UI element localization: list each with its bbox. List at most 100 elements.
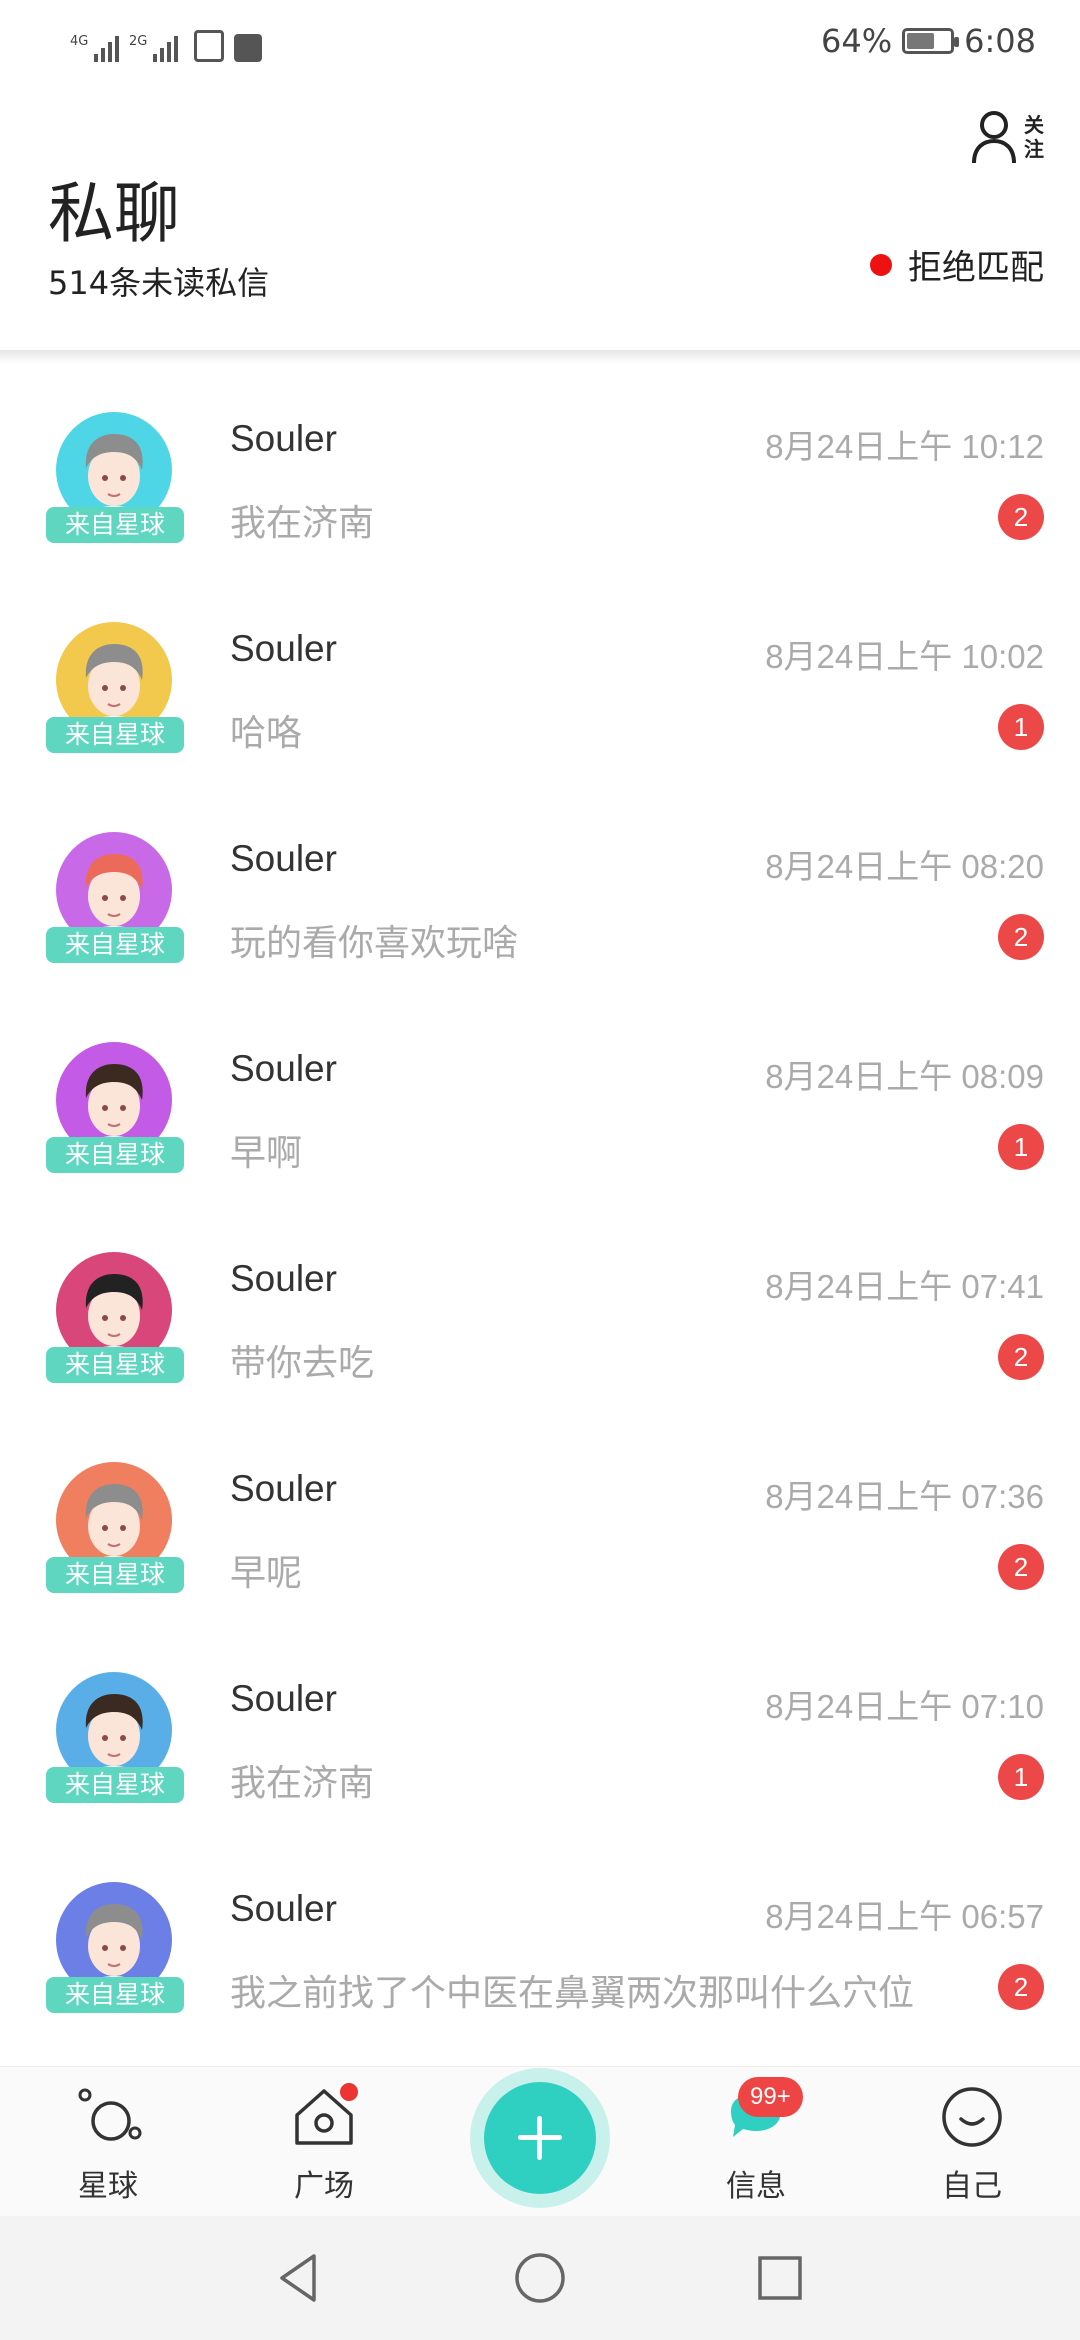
plus-icon [484, 2082, 596, 2194]
message-time: 8月24日上午 10:02 [765, 638, 1044, 675]
network-type-1: 4G [70, 34, 89, 49]
message-preview: 我在济南 [230, 1763, 375, 1804]
origin-tag: 来自星球 [46, 1557, 184, 1593]
message-row[interactable]: 来自星球 Souler 8月24日上午 07:10 我在济南 1 [0, 1630, 1080, 1840]
status-bar: 4G 2G 64% 6:08 [0, 0, 1080, 90]
message-row[interactable]: 来自星球 Souler 8月24日上午 10:12 我在济南 2 [0, 370, 1080, 580]
message-preview: 带你去吃 [230, 1343, 375, 1384]
message-time: 8月24日上午 08:20 [765, 848, 1044, 885]
tab-self[interactable]: 自己 [902, 2067, 1042, 2217]
system-nav-bar [0, 2216, 1080, 2340]
sender-name: Souler [230, 1678, 337, 1719]
message-preview: 玩的看你喜欢玩啥 [230, 923, 519, 964]
origin-tag: 来自星球 [46, 1767, 184, 1803]
avatar-container[interactable]: 来自星球 [46, 832, 186, 972]
follow-label: 关注 [1024, 113, 1044, 161]
unread-badge: 1 [998, 1124, 1044, 1170]
message-preview: 哈咯 [230, 713, 303, 754]
vibrate-icon [194, 30, 224, 62]
message-time: 8月24日上午 08:09 [765, 1058, 1044, 1095]
avatar-container[interactable]: 来自星球 [46, 622, 186, 762]
origin-tag: 来自星球 [46, 1137, 184, 1173]
network-type-2: 2G [129, 34, 148, 49]
tab-planet[interactable]: 星球 [38, 2067, 178, 2217]
signal-icon: 4G [70, 34, 119, 62]
origin-tag: 来自星球 [46, 1347, 184, 1383]
origin-tag: 来自星球 [46, 927, 184, 963]
refuse-match-label: 拒绝匹配 [908, 248, 1044, 288]
avatar-container[interactable]: 来自星球 [46, 1042, 186, 1182]
page-title: 私聊 [48, 175, 180, 252]
nav-recents-button[interactable] [748, 2246, 812, 2310]
origin-tag: 来自星球 [46, 1977, 184, 2013]
unread-badge: 1 [998, 1754, 1044, 1800]
message-preview: 早呢 [230, 1553, 303, 1594]
follow-button[interactable]: 关注 [970, 102, 1050, 172]
message-row[interactable]: 来自星球 Souler 8月24日上午 06:57 我之前找了个中医在鼻翼两次那… [0, 1840, 1080, 2050]
message-time: 8月24日上午 07:41 [765, 1268, 1044, 1305]
sender-name: Souler [230, 628, 337, 669]
message-preview: 我之前找了个中医在鼻翼两次那叫什么穴位 [230, 1973, 915, 2014]
unread-badge: 1 [998, 704, 1044, 750]
tab-square[interactable]: 广场 [254, 2067, 394, 2217]
sender-name: Souler [230, 838, 337, 879]
create-post-button[interactable] [470, 2068, 610, 2208]
unread-badge: 2 [998, 914, 1044, 960]
battery-percent: 64% [821, 22, 893, 60]
message-row[interactable]: 来自星球 Souler 8月24日上午 08:09 早啊 1 [0, 1000, 1080, 1210]
refuse-match-toggle[interactable]: 拒绝匹配 [870, 240, 1044, 289]
status-right: 64% 6:08 [821, 22, 1036, 60]
back-triangle-icon [280, 2254, 316, 2302]
status-dot-icon [870, 253, 892, 276]
avatar-container[interactable]: 来自星球 [46, 1672, 186, 1812]
planet-icon [78, 2088, 142, 2141]
tab-square-label: 广场 [294, 2169, 354, 2204]
square-notification-dot [338, 2081, 360, 2103]
nav-back-button[interactable] [268, 2246, 332, 2310]
tab-planet-label: 星球 [78, 2169, 138, 2204]
person-icon [972, 111, 1016, 164]
message-row[interactable]: 来自星球 Souler 8月24日上午 07:41 带你去吃 2 [0, 1210, 1080, 1420]
sender-name: Souler [230, 1468, 337, 1509]
sender-name: Souler [230, 1048, 337, 1089]
message-time: 8月24日上午 10:12 [765, 428, 1044, 465]
unread-badge: 2 [998, 1544, 1044, 1590]
sender-name: Souler [230, 1888, 337, 1929]
avatar-container[interactable]: 来自星球 [46, 1882, 186, 2022]
home-circle-icon [515, 2253, 565, 2303]
huawei-app-icon [234, 34, 262, 62]
message-row[interactable]: 来自星球 Souler 8月24日上午 10:02 哈咯 1 [0, 580, 1080, 790]
signal-2-icon: 2G [129, 34, 178, 62]
message-row[interactable]: 来自星球 Souler 8月24日上午 08:20 玩的看你喜欢玩啥 2 [0, 790, 1080, 1000]
messages-count-badge: 99+ [738, 2077, 803, 2117]
header: 私聊 514条未读私信 关注 拒绝匹配 [0, 90, 1080, 350]
origin-tag: 来自星球 [46, 507, 184, 543]
avatar-container[interactable]: 来自星球 [46, 1462, 186, 1602]
unread-summary: 514条未读私信 [48, 264, 270, 302]
tab-messages-label: 信息 [726, 2169, 786, 2204]
recents-square-icon [758, 2256, 802, 2300]
message-time: 8月24日上午 07:10 [765, 1688, 1044, 1725]
sender-name: Souler [230, 1258, 337, 1299]
sender-name: Souler [230, 418, 337, 459]
message-time: 8月24日上午 07:36 [765, 1478, 1044, 1515]
unread-badge: 2 [998, 1964, 1044, 2010]
unread-badge: 2 [998, 1334, 1044, 1380]
smile-icon [942, 2087, 1002, 2147]
message-list[interactable]: 来自星球 Souler 8月24日上午 10:12 我在济南 2 来自星球 So… [0, 370, 1080, 2060]
unread-badge: 2 [998, 494, 1044, 540]
origin-tag: 来自星球 [46, 717, 184, 753]
message-preview: 我在济南 [230, 503, 375, 544]
message-row[interactable]: 来自星球 Souler 8月24日上午 07:36 早呢 2 [0, 1420, 1080, 1630]
header-divider [0, 350, 1080, 364]
clock: 6:08 [964, 22, 1036, 60]
nav-home-button[interactable] [508, 2246, 572, 2310]
status-left: 4G 2G [70, 22, 262, 62]
tab-messages[interactable]: 99+ 信息 [686, 2067, 826, 2217]
message-preview: 早啊 [230, 1133, 303, 1174]
avatar-container[interactable]: 来自星球 [46, 1252, 186, 1392]
battery-icon [902, 28, 960, 54]
message-time: 8月24日上午 06:57 [765, 1898, 1044, 1935]
avatar-container[interactable]: 来自星球 [46, 412, 186, 552]
tab-self-label: 自己 [942, 2169, 1002, 2204]
